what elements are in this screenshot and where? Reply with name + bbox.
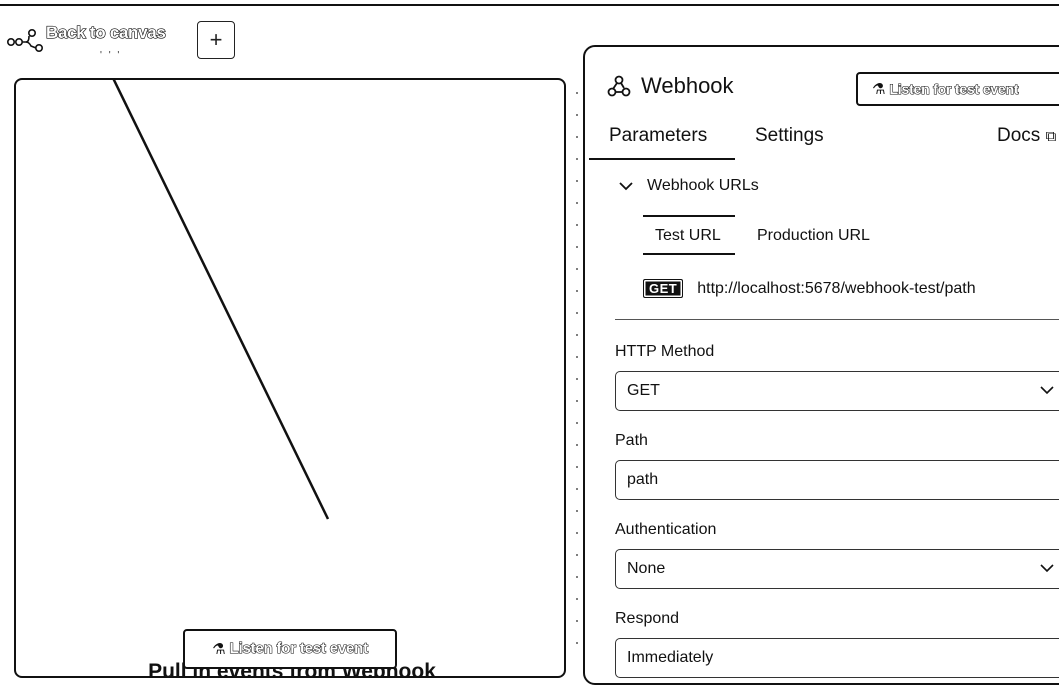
path-input[interactable]: path (615, 460, 1059, 500)
divider-dot (576, 312, 578, 314)
respond-select[interactable]: Immediately (615, 638, 1059, 678)
flask-icon: ⚗ (872, 81, 886, 98)
authentication-label: Authentication (615, 521, 717, 538)
divider-dot (576, 554, 578, 556)
divider-dot (576, 136, 578, 138)
http-method-value: GET (627, 382, 660, 399)
divider-dot (576, 334, 578, 336)
url-tab-top-line (643, 215, 735, 217)
divider-dot (576, 576, 578, 578)
divider-dot (576, 510, 578, 512)
connector-ticks: ' ' ' (100, 50, 122, 61)
divider-dot (576, 202, 578, 204)
authentication-select[interactable]: None (615, 549, 1059, 589)
chevron-down-icon (619, 182, 633, 191)
path-value: path (627, 471, 659, 488)
divider-dot (576, 246, 578, 248)
divider-dot (576, 642, 578, 644)
back-to-canvas-label: Back to canvas (45, 22, 166, 42)
method-badge: GET (643, 279, 684, 298)
respond-value: Immediately (627, 649, 714, 666)
divider-dot (576, 268, 578, 270)
listen-test-event-button-left[interactable]: ⚗ Listen for test event (183, 629, 397, 669)
webhook-url[interactable]: http://localhost:5678/webhook-test/path (697, 280, 975, 298)
divider-dot (576, 532, 578, 534)
divider-dot (576, 620, 578, 622)
path-label: Path (615, 432, 648, 449)
divider-dot (576, 158, 578, 160)
divider-dot (576, 488, 578, 490)
divider-dot (576, 598, 578, 600)
tab-parameters[interactable]: Parameters (609, 125, 707, 147)
webhook-icon (607, 75, 631, 97)
back-to-canvas-button[interactable]: Back to canvas (6, 20, 167, 54)
tab-settings[interactable]: Settings (755, 125, 824, 147)
flask-icon: ⚗ (212, 641, 226, 658)
divider-dot (576, 114, 578, 116)
divider-dot (576, 378, 578, 380)
active-tab-indicator (589, 158, 735, 160)
chevron-down-icon (1040, 564, 1054, 573)
add-node-button[interactable]: + (197, 21, 235, 59)
top-rule (0, 4, 1059, 6)
external-link-icon: ⧉ (1045, 128, 1057, 145)
listen-test-event-button[interactable]: ⚗ Listen for test event (856, 72, 1059, 106)
node-title: Webhook (641, 73, 734, 98)
plus-icon: + (209, 27, 223, 52)
panel-divider[interactable] (576, 92, 580, 652)
authentication-value: None (627, 560, 666, 577)
tab-production-url[interactable]: Production URL (757, 227, 870, 245)
active-url-tab-indicator (643, 253, 735, 255)
divider-dot (576, 466, 578, 468)
listen-label: Listen for test event (229, 639, 369, 657)
tab-test-url[interactable]: Test URL (655, 227, 721, 245)
divider-dot (576, 422, 578, 424)
webhook-urls-label: Webhook URLs (647, 177, 759, 194)
divider-dot (576, 224, 578, 226)
http-method-select[interactable]: GET (615, 371, 1059, 411)
respond-label: Respond (615, 610, 680, 627)
docs-label: Docs (997, 125, 1041, 146)
section-divider (615, 319, 1059, 320)
divider-dot (576, 180, 578, 182)
http-method-label: HTTP Method (615, 343, 715, 360)
workflow-icon (6, 29, 43, 52)
chevron-down-icon (1040, 386, 1054, 395)
input-panel: Pull in events from Webhook (14, 78, 566, 683)
divider-dot (576, 356, 578, 358)
node-settings-panel: Webhook ⚗ Listen for test event Paramete… (583, 45, 1059, 685)
docs-link[interactable]: Docs ⧉ (997, 125, 1056, 147)
divider-dot (576, 444, 578, 446)
webhook-urls-toggle[interactable]: Webhook URLs (619, 177, 759, 195)
divider-dot (576, 92, 578, 94)
listen-label: Listen for test event (889, 80, 1019, 97)
drag-line (111, 78, 330, 520)
divider-dot (576, 400, 578, 402)
divider-dot (576, 290, 578, 292)
